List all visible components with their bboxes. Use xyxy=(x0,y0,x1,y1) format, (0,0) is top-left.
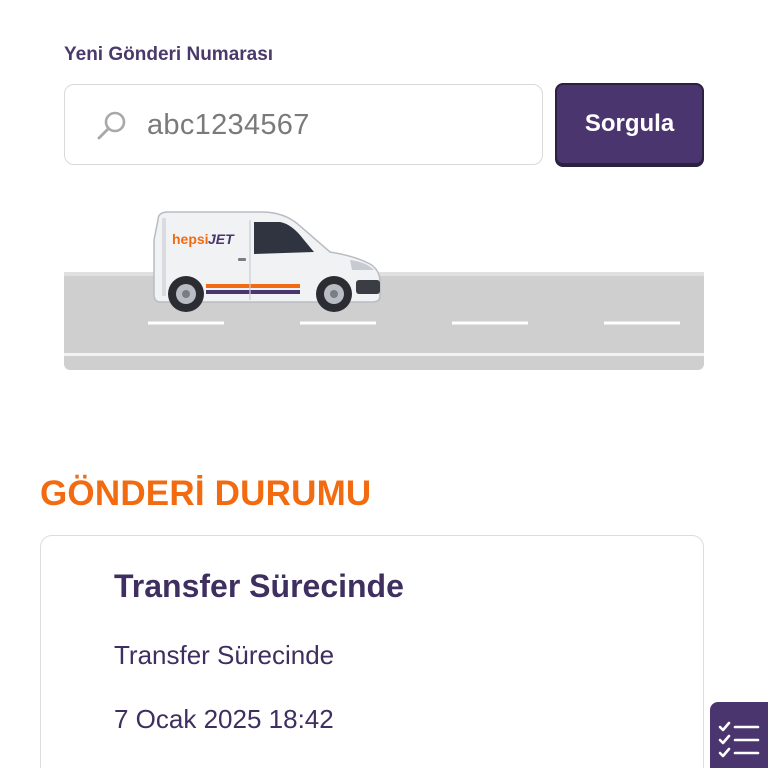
checklist-icon xyxy=(718,721,760,758)
checklist-button[interactable] xyxy=(710,702,768,768)
status-description: Transfer Sürecinde xyxy=(114,640,335,670)
search-icon xyxy=(97,111,126,140)
delivery-van-illustration: hepsi JET xyxy=(64,211,704,370)
tracking-number-value[interactable]: abc1234567 xyxy=(147,109,310,142)
svg-text:hepsi: hepsi xyxy=(172,231,209,247)
tracking-number-input[interactable]: abc1234567 xyxy=(64,84,543,165)
status-title: Transfer Sürecinde xyxy=(114,568,404,604)
shipment-status-card: Transfer Sürecinde Transfer Sürecinde 7 … xyxy=(40,535,704,768)
query-button[interactable]: Sorgula xyxy=(555,83,704,165)
shipment-status-heading: GÖNDERİ DURUMU xyxy=(40,474,372,513)
hepsijet-van: hepsi JET xyxy=(153,211,381,312)
svg-text:JET: JET xyxy=(208,231,235,247)
tracking-number-label: Yeni Gönderi Numarası xyxy=(64,44,274,65)
status-date: 7 Ocak 2025 18:42 xyxy=(114,704,334,734)
